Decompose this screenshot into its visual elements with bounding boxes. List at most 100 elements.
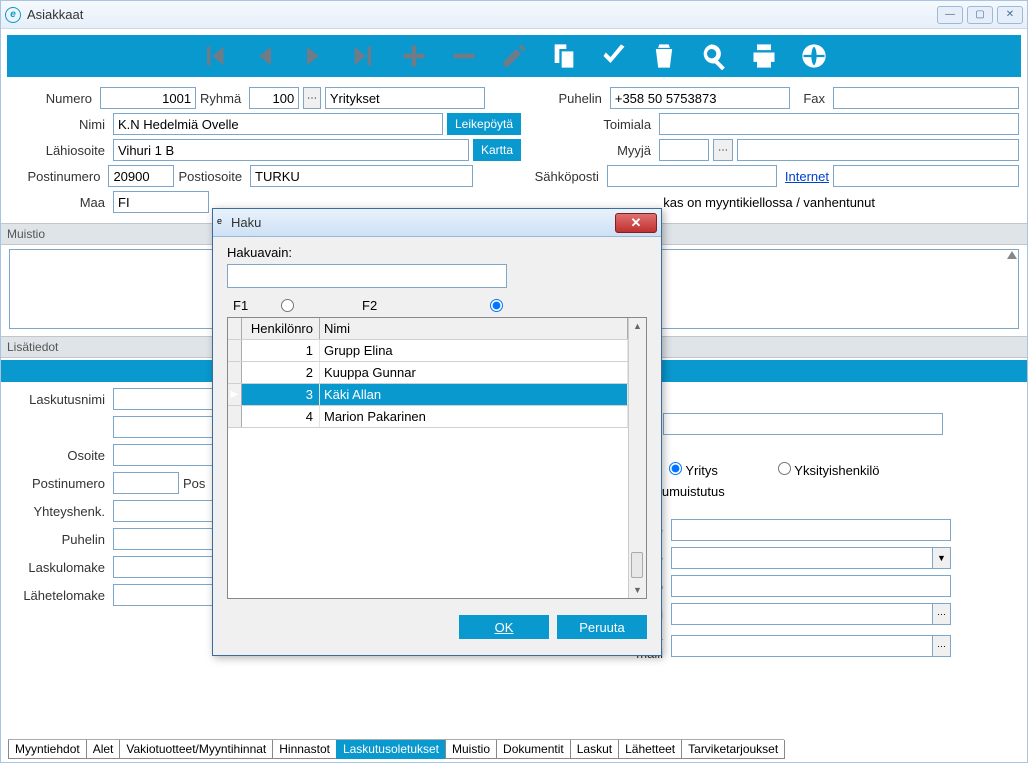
confirm-icon[interactable] — [600, 42, 628, 70]
lahetelomake-input[interactable] — [113, 584, 213, 606]
left-postios-label: Pos — [183, 476, 209, 491]
scroll-up-icon[interactable] — [1007, 251, 1017, 259]
grid-scrollbar[interactable]: ▲ ▼ — [628, 318, 646, 598]
postinumero-label: Postinumero — [9, 169, 104, 184]
yksityis-radio[interactable] — [778, 462, 791, 475]
tuosoite-input[interactable] — [663, 413, 943, 435]
cemalli-input[interactable] — [671, 603, 933, 625]
tab-alet[interactable]: Alet — [86, 740, 121, 759]
minimize-button[interactable]: — — [937, 6, 963, 24]
soapmalli-input[interactable] — [671, 635, 933, 657]
modal-titlebar: e Haku ✕ — [213, 209, 661, 237]
laskulomake-input[interactable] — [113, 556, 213, 578]
results-grid[interactable]: HenkilönroNimi1Grupp Elina2Kuuppa Gunnar… — [227, 317, 647, 599]
globe-icon[interactable] — [800, 42, 828, 70]
ok-button[interactable]: OK — [459, 615, 549, 639]
nosoite-dropdown-button[interactable]: ▼ — [933, 547, 951, 569]
myyja-text-input[interactable] — [737, 139, 1019, 161]
prev-icon[interactable] — [250, 42, 278, 70]
hakuasain-input[interactable] — [227, 264, 507, 288]
eosoite-input[interactable] — [671, 519, 951, 541]
myyja-label: Myyjä — [555, 143, 655, 158]
toimiala-input[interactable] — [659, 113, 1019, 135]
nimi-input[interactable] — [113, 113, 443, 135]
edit-icon[interactable] — [500, 42, 528, 70]
myyja-lookup-button[interactable]: ⋯ — [713, 139, 733, 161]
yritys-radio[interactable] — [669, 462, 682, 475]
postiosoite-label: Postiosoite — [178, 169, 246, 184]
trash-icon[interactable] — [650, 42, 678, 70]
tab-muistio[interactable]: Muistio — [445, 740, 497, 759]
maa-label: Maa — [9, 195, 109, 210]
yksityis-radio-label[interactable]: Yksityishenkilö — [778, 462, 880, 478]
cancel-button[interactable]: Peruuta — [557, 615, 647, 639]
osoite-input[interactable] — [113, 444, 213, 466]
copy-icon[interactable] — [550, 42, 578, 70]
left-postinumero-label: Postinumero — [9, 476, 109, 491]
puhelin-input[interactable] — [610, 87, 790, 109]
puhelin-label: Puhelin — [519, 91, 606, 106]
table-row[interactable]: 1Grupp Elina — [228, 340, 628, 362]
laskutusnimi-input[interactable] — [113, 388, 213, 410]
print-icon[interactable] — [750, 42, 778, 70]
tab-laskutusoletukset[interactable]: Laskutusoletukset — [336, 740, 446, 759]
tab-hinnastot[interactable]: Hinnastot — [272, 740, 337, 759]
soapmalli-lookup-button[interactable]: ⋯ — [933, 635, 951, 657]
last-icon[interactable] — [350, 42, 378, 70]
col-henkilonro[interactable]: Henkilönro — [242, 318, 320, 339]
table-row[interactable]: 2Kuuppa Gunnar — [228, 362, 628, 384]
next-icon[interactable] — [300, 42, 328, 70]
first-icon[interactable] — [200, 42, 228, 70]
scroll-up-icon[interactable]: ▲ — [633, 321, 642, 331]
add-icon[interactable] — [400, 42, 428, 70]
sahkoposti-input[interactable] — [607, 165, 777, 187]
f2-radio[interactable] — [490, 299, 503, 312]
postiosoite-input[interactable] — [250, 165, 473, 187]
ryhma-lookup-button[interactable]: ⋯ — [303, 87, 321, 109]
scroll-down-icon[interactable]: ▼ — [633, 585, 642, 595]
tab-laskut[interactable]: Laskut — [570, 740, 619, 759]
search-icon[interactable] — [700, 42, 728, 70]
maximize-button[interactable]: ▢ — [967, 6, 993, 24]
internet-input[interactable] — [833, 165, 1019, 187]
yritys-radio-label[interactable]: Yritys — [669, 462, 718, 478]
scroll-thumb[interactable] — [631, 552, 643, 578]
cemalli-lookup-button[interactable]: ⋯ — [933, 603, 951, 625]
laskutusnimi2-input[interactable] — [113, 416, 213, 438]
nosoite-input[interactable] — [671, 547, 933, 569]
left-puhelin-input[interactable] — [113, 528, 213, 550]
form-area: Numero Ryhmä ⋯ Puhelin Fax Nimi Leikepöy… — [1, 81, 1027, 221]
modal-title: Haku — [231, 215, 615, 230]
col-nimi[interactable]: Nimi — [320, 318, 628, 339]
nosasto-input[interactable] — [671, 575, 951, 597]
left-postinumero-input[interactable] — [113, 472, 179, 494]
tab-tarviketarjoukset[interactable]: Tarviketarjoukset — [681, 740, 785, 759]
tab-dokumentit[interactable]: Dokumentit — [496, 740, 571, 759]
fax-input[interactable] — [833, 87, 1019, 109]
kartta-button[interactable]: Kartta — [473, 139, 521, 161]
yhteyshenk-input[interactable] — [113, 500, 213, 522]
ryhma-input[interactable] — [249, 87, 299, 109]
myyja-input[interactable] — [659, 139, 709, 161]
internet-link[interactable]: Internet — [785, 169, 829, 184]
table-row[interactable]: 4Marion Pakarinen — [228, 406, 628, 428]
numero-input[interactable] — [100, 87, 196, 109]
ryhma-text-input[interactable] — [325, 87, 485, 109]
tab-myyntiehdot[interactable]: Myyntiehdot — [8, 740, 87, 759]
remove-icon[interactable] — [450, 42, 478, 70]
tab-l-hetteet[interactable]: Lähetteet — [618, 740, 682, 759]
modal-close-button[interactable]: ✕ — [615, 213, 657, 233]
osoite-label: Osoite — [9, 448, 109, 463]
maa-input[interactable] — [113, 191, 209, 213]
modal-app-icon: e — [217, 216, 231, 230]
table-row[interactable]: ▶3Käki Allan — [228, 384, 628, 406]
leikepoyta-button[interactable]: Leikepöytä — [447, 113, 521, 135]
tab-vakiotuotteet-myyntihinnat[interactable]: Vakiotuotteet/Myyntihinnat — [119, 740, 273, 759]
close-button[interactable]: ✕ — [997, 6, 1023, 24]
f1-radio[interactable] — [281, 299, 294, 312]
postinumero-input[interactable] — [108, 165, 174, 187]
left-puhelin-label: Puhelin — [9, 532, 109, 547]
lahiosoite-input[interactable] — [113, 139, 469, 161]
nimi-label: Nimi — [9, 117, 109, 132]
f2-label: F2 — [362, 298, 402, 313]
